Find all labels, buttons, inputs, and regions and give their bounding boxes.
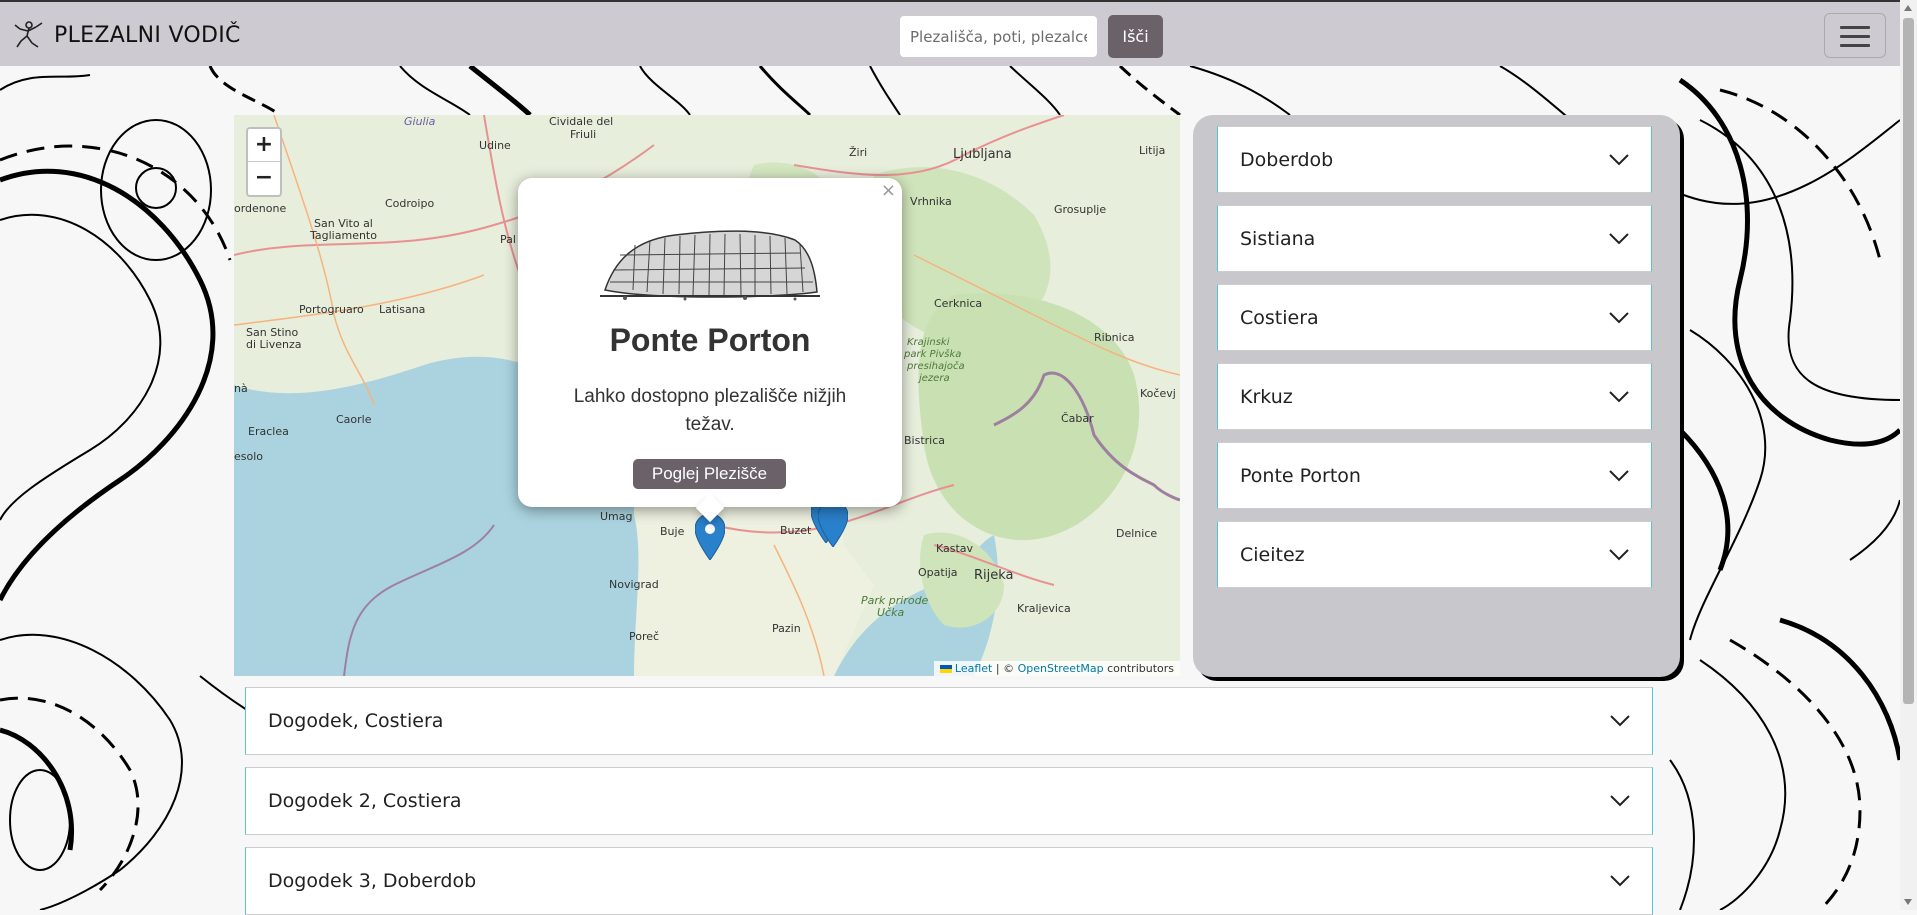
svg-text:Novigrad: Novigrad [609,578,659,591]
svg-text:Buje: Buje [660,525,685,538]
crag-accordion-item[interactable]: Cieitez [1217,521,1652,588]
popup-title: Ponte Porton [609,322,811,358]
svg-text:Bistrica: Bistrica [904,434,945,447]
svg-text:jezera: jezera [917,373,950,384]
zoom-in-button[interactable]: + [248,129,280,162]
map-marker-icon[interactable] [818,501,848,547]
svg-text:Kraljevica: Kraljevica [1017,602,1071,615]
svg-text:Eraclea: Eraclea [248,425,289,438]
svg-text:Rijeka: Rijeka [974,568,1014,583]
svg-text:Pazin: Pazin [772,622,801,635]
popup-description: Lahko dostopno plezališče nižjih težav. [573,386,847,435]
crag-sketch-image [600,230,820,301]
svg-text:Cerknica: Cerknica [934,297,982,310]
menu-toggle-button[interactable] [1824,13,1886,58]
svg-text:Grosuplje: Grosuplje [1054,203,1106,216]
svg-text:Buzet: Buzet [780,524,812,537]
svg-text:esolo: esolo [234,450,263,463]
chevron-down-icon [1609,311,1629,323]
chevron-down-icon [1609,390,1629,402]
svg-text:Krajinski: Krajinski [907,337,950,348]
svg-text:Vrhnika: Vrhnika [910,195,952,208]
navbar: PLEZALNI VODIČ Išči [0,0,1900,66]
svg-text:Delnice: Delnice [1116,527,1157,540]
chevron-down-icon [1609,548,1629,560]
zoom-out-button[interactable]: − [248,162,280,195]
svg-text:presihajoča: presihajoča [906,360,965,372]
crag-name: Doberdob [1240,148,1334,171]
svg-text:ordenone: ordenone [234,202,286,215]
svg-text:Kočevj: Kočevj [1140,387,1176,400]
search-input[interactable] [899,15,1098,58]
svg-text:Kastav: Kastav [936,542,974,555]
svg-text:Žiri: Žiri [849,146,867,159]
scrollbar-thumb[interactable] [1903,18,1914,704]
map[interactable]: Udine Cividale del Friuli Giulia ordenon… [234,115,1180,676]
scroll-up-arrow-icon[interactable] [1904,5,1912,11]
svg-text:Učka: Učka [877,606,904,619]
svg-text:Caorle: Caorle [336,413,372,426]
chevron-down-icon [1610,795,1630,807]
map-attribution: Leaflet | © OpenStreetMap contributors [933,661,1180,676]
crag-accordion-item[interactable]: Costiera [1217,284,1652,351]
svg-text:di Livenza: di Livenza [246,338,301,351]
crag-name: Ponte Porton [1240,464,1361,487]
hamburger-icon [1840,26,1870,29]
svg-text:Tagliamento: Tagliamento [309,229,377,242]
scroll-down-arrow-icon[interactable] [1904,899,1912,905]
brand-title: PLEZALNI VODIČ [54,22,241,48]
crag-name: Costiera [1240,306,1319,329]
svg-text:Čabar: Čabar [1061,412,1094,425]
event-accordion-item[interactable]: Dogodek 3, Doberdob [245,847,1653,915]
svg-text:Giulia: Giulia [404,115,436,128]
event-accordion-item[interactable]: Dogodek, Costiera [245,687,1653,755]
svg-text:Latisana: Latisana [379,303,425,316]
crag-accordion-item[interactable]: Doberdob [1217,126,1652,193]
view-crag-button[interactable]: Poglej Plezišče [633,459,786,489]
crag-accordion-item[interactable]: Sistiana [1217,205,1652,272]
svg-text:Codroipo: Codroipo [385,197,434,210]
popup-close-button[interactable]: × [881,180,896,201]
brand-link[interactable]: PLEZALNI VODIČ [12,19,241,51]
chevron-down-icon [1610,875,1630,887]
svg-text:Friuli: Friuli [570,128,596,141]
svg-text:nà: nà [234,382,248,395]
svg-text:Litija: Litija [1139,144,1165,157]
event-title: Dogodek, Costiera [268,710,444,732]
svg-text:Poreč: Poreč [629,630,659,643]
event-title: Dogodek 2, Costiera [268,790,462,812]
crag-name: Sistiana [1240,227,1316,250]
event-accordion-item[interactable]: Dogodek 2, Costiera [245,767,1653,835]
svg-text:Opatija: Opatija [918,566,958,579]
svg-text:Portogruaro: Portogruaro [299,303,364,316]
svg-text:Ljubljana: Ljubljana [953,147,1012,162]
crag-list-panel: Doberdob Sistiana Costiera Krkuz Ponte P… [1193,115,1680,677]
leaflet-link[interactable]: Leaflet [955,662,992,675]
svg-text:Cividale del: Cividale del [549,115,613,128]
svg-text:Pal: Pal [500,233,516,246]
chevron-down-icon [1609,469,1629,481]
chevron-down-icon [1609,232,1629,244]
crag-accordion-item[interactable]: Krkuz [1217,363,1652,430]
crag-name: Krkuz [1240,385,1293,408]
svg-text:Ribnica: Ribnica [1094,331,1135,344]
climber-logo-icon [14,21,43,48]
crag-accordion-item[interactable]: Ponte Porton [1217,442,1652,509]
svg-text:Udine: Udine [479,139,511,152]
page-scrollbar[interactable] [1900,0,1917,910]
chevron-down-icon [1610,715,1630,727]
ukraine-flag-icon [939,665,952,673]
zoom-control: + − [246,127,282,197]
crag-name: Cieitez [1240,543,1305,566]
search-button[interactable]: Išči [1108,15,1163,58]
event-title: Dogodek 3, Doberdob [268,870,477,892]
chevron-down-icon [1609,153,1629,165]
openstreetmap-link[interactable]: OpenStreetMap [1018,662,1104,675]
svg-text:Umag: Umag [600,510,633,523]
svg-text:park Pivška: park Pivška [903,348,961,360]
map-popup: × Ponte Porton Lahko dostopno plezališče… [518,178,902,523]
